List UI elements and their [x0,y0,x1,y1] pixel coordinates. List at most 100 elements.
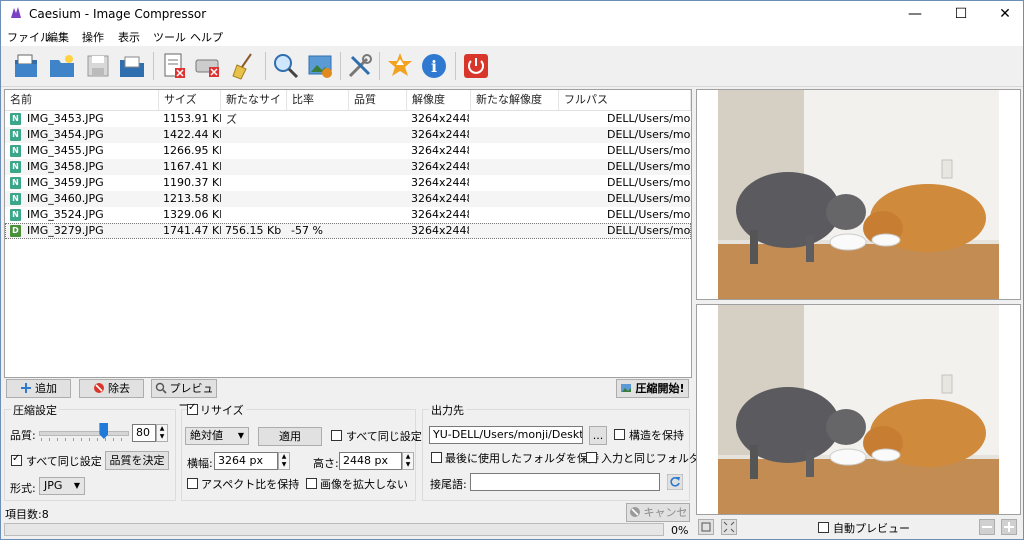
same-folder-checkbox[interactable] [586,452,597,463]
cell-name: IMG_3455.JPG [27,143,159,159]
browse-button[interactable]: ... [589,426,607,445]
col-quality[interactable]: 品質 [349,90,407,110]
cell-new-size [225,159,285,175]
table-row[interactable]: N IMG_3455.JPG 1266.95 Kb 3264x2448 DELL/Use… [5,143,691,159]
add-folder-icon[interactable] [47,51,77,81]
tools-icon[interactable] [345,51,375,81]
menu-view[interactable]: 表示 [118,29,140,45]
info-icon[interactable]: i [419,51,449,81]
col-resolution[interactable]: 解像度 [407,90,471,110]
power-icon[interactable] [461,51,491,81]
no-enlarge-checkbox[interactable] [306,478,317,489]
broom-icon[interactable] [229,51,259,81]
menu-tools[interactable]: ツール [153,29,186,45]
resize-mode-select[interactable]: 絶対値 ▼ [185,427,249,445]
menu-file[interactable]: ファイル [7,29,51,45]
last-folder-checkbox[interactable] [431,452,442,463]
compress-button[interactable]: 圧縮開始! [616,379,689,398]
set-quality-button[interactable]: 品質を決定 [105,451,169,470]
width-input[interactable]: 3264 px [214,452,278,470]
minimize-button[interactable]: — [893,1,937,27]
zoom-in-icon[interactable] [1001,519,1017,535]
col-size[interactable]: サイズ [159,90,221,110]
col-name[interactable]: 名前 [5,90,159,110]
table-row[interactable]: N IMG_3460.JPG 1213.58 Kb 3264x2448 DELL/Use… [5,191,691,207]
table-row[interactable]: N IMG_3458.JPG 1167.41 Kb 3264x2448 DELL/Use… [5,159,691,175]
zoom-out-icon[interactable] [979,519,995,535]
quality-slider-track[interactable] [39,431,129,436]
magnifier-icon [155,382,167,394]
no-entry-icon [93,382,105,394]
table-row[interactable]: N IMG_3524.JPG 1329.06 Kb 3264x2448 DELL/Use… [5,207,691,223]
resize-same-checkbox[interactable] [331,430,342,441]
cell-name: IMG_3460.JPG [27,191,159,207]
fit-to-window-icon[interactable] [698,519,714,535]
table-row[interactable]: N IMG_3453.JPG 1153.91 Kb 3264x2448 DELL/Use… [5,111,691,127]
cell-size: 1190.37 Kb [163,175,221,191]
cell-ratio [291,191,347,207]
file-status-icon: N [10,145,21,157]
menu-operation[interactable]: 操作 [82,29,104,45]
clear-list-icon[interactable] [193,51,223,81]
cell-size: 1741.47 Kb [163,223,221,239]
preview-button[interactable]: プレビュー [151,379,217,398]
output-path-input[interactable]: YU-DELL/Users/monji/Desktop [429,426,583,444]
cell-quality [353,191,405,207]
suffix-input[interactable] [470,473,660,491]
auto-preview-checkbox[interactable] [818,522,829,533]
cell-new-res [475,191,557,207]
last-folder-label: 最後に使用したフォルダを保持 [445,450,599,466]
remove-item-icon[interactable] [159,51,189,81]
refresh-icon[interactable] [667,474,683,490]
file-list[interactable]: 名前 サイズ 新たなサイズ 比率 品質 解像度 新たな解像度 フルパス N IMG… [4,89,692,378]
menu-edit[interactable]: 編集 [47,29,69,45]
height-label: 高さ: [313,455,339,471]
remove-button[interactable]: 除去 [79,379,144,398]
cell-name: IMG_3453.JPG [27,111,159,127]
height-spinner[interactable]: ▲ ▼ [402,452,414,470]
height-input[interactable]: 2448 px [339,452,402,470]
file-status-icon: D [10,225,21,237]
col-new-resolution[interactable]: 新たな解像度 [471,90,559,110]
cell-res: 3264x2448 [411,127,469,143]
keep-structure-checkbox[interactable] [614,429,625,440]
add-pictures-icon[interactable] [11,51,41,81]
keep-aspect-checkbox[interactable] [187,478,198,489]
table-row[interactable]: N IMG_3454.JPG 1422.44 Kb 3264x2448 DELL/Use… [5,127,691,143]
format-select[interactable]: JPG ▼ [39,477,85,495]
same-settings-checkbox[interactable] [11,455,22,466]
cell-res: 3264x2448 [411,175,469,191]
col-new-size[interactable]: 新たなサイズ [221,90,287,110]
maximize-button[interactable]: ☐ [939,1,983,27]
cell-path: DELL/Users/mo... [607,175,691,191]
quality-input[interactable]: 80 [132,424,156,442]
col-ratio[interactable]: 比率 [287,90,349,110]
cancel-button[interactable]: キャンセル [626,503,690,522]
save-icon[interactable] [83,51,113,81]
image-settings-icon[interactable] [305,51,335,81]
magnifier-icon[interactable] [271,51,301,81]
table-row[interactable]: D IMG_3279.JPG 1741.47 Kb 756.15 Kb -57 % 326… [5,223,691,239]
width-spinner[interactable]: ▲ ▼ [278,452,290,470]
update-icon[interactable] [385,51,415,81]
add-button[interactable]: 追加 [6,379,71,398]
apply-button[interactable]: 適用 [258,427,322,446]
col-full-path[interactable]: フルパス [559,90,691,110]
cell-new-size [225,143,285,159]
resize-checkbox[interactable] [187,404,198,415]
plus-icon [20,382,32,394]
original-preview-image [718,90,999,299]
toolbar-separator [265,52,266,80]
quality-spinner[interactable]: ▲ ▼ [156,424,168,442]
cell-path: DELL/Users/mo... [607,111,691,127]
file-status-icon: N [10,193,21,205]
cell-size: 1329.06 Kb [163,207,221,223]
actual-size-icon[interactable] [721,519,737,535]
cell-res: 3264x2448 [411,159,469,175]
quality-slider-ticks [41,438,127,441]
table-row[interactable]: N IMG_3459.JPG 1190.37 Kb 3264x2448 DELL/Use… [5,175,691,191]
close-button[interactable]: ✕ [983,1,1024,27]
menu-help[interactable]: ヘルプ [190,29,223,45]
open-list-icon[interactable] [117,51,147,81]
cell-name: IMG_3279.JPG [27,223,159,239]
